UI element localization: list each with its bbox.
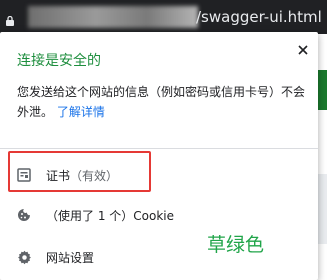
certificate-icon (16, 167, 32, 183)
certificate-label-main: 证书 (46, 168, 71, 183)
redacted-url (28, 6, 198, 28)
certificate-label: 证书（有效） (46, 167, 118, 184)
site-settings-label: 网站设置 (46, 250, 95, 265)
site-info-popup: 连接是安全的 您发送给这个网站的信息（例如密码或信用卡号）不会外泄。 了解详情 … (0, 32, 318, 280)
url-text[interactable]: /swagger-ui.html (196, 7, 322, 27)
close-icon (298, 45, 308, 55)
close-button[interactable] (293, 40, 313, 60)
certificate-row[interactable]: 证书（有效） (0, 156, 318, 194)
connection-secure-title: 连接是安全的 (17, 53, 101, 69)
page-background (318, 34, 327, 280)
cookie-icon (16, 207, 32, 223)
certificate-status: （有效） (70, 168, 119, 183)
learn-more-link[interactable]: 了解详情 (57, 105, 105, 119)
lock-icon[interactable] (6, 11, 14, 26)
page-header-strip (318, 70, 327, 110)
annotation-text: 草绿色 (207, 234, 265, 256)
divider (0, 148, 318, 149)
site-settings-row[interactable]: 网站设置 (0, 238, 318, 276)
security-description: 您发送给这个网站的信息（例如密码或信用卡号）不会外泄。 了解详情 (17, 82, 311, 122)
gear-icon (16, 249, 32, 265)
address-bar[interactable]: /swagger-ui.html (0, 0, 327, 34)
page-content-strip (318, 174, 327, 244)
cookie-label: （使用了 1 个）Cookie (46, 208, 174, 223)
cookie-row[interactable]: （使用了 1 个）Cookie (0, 196, 318, 234)
